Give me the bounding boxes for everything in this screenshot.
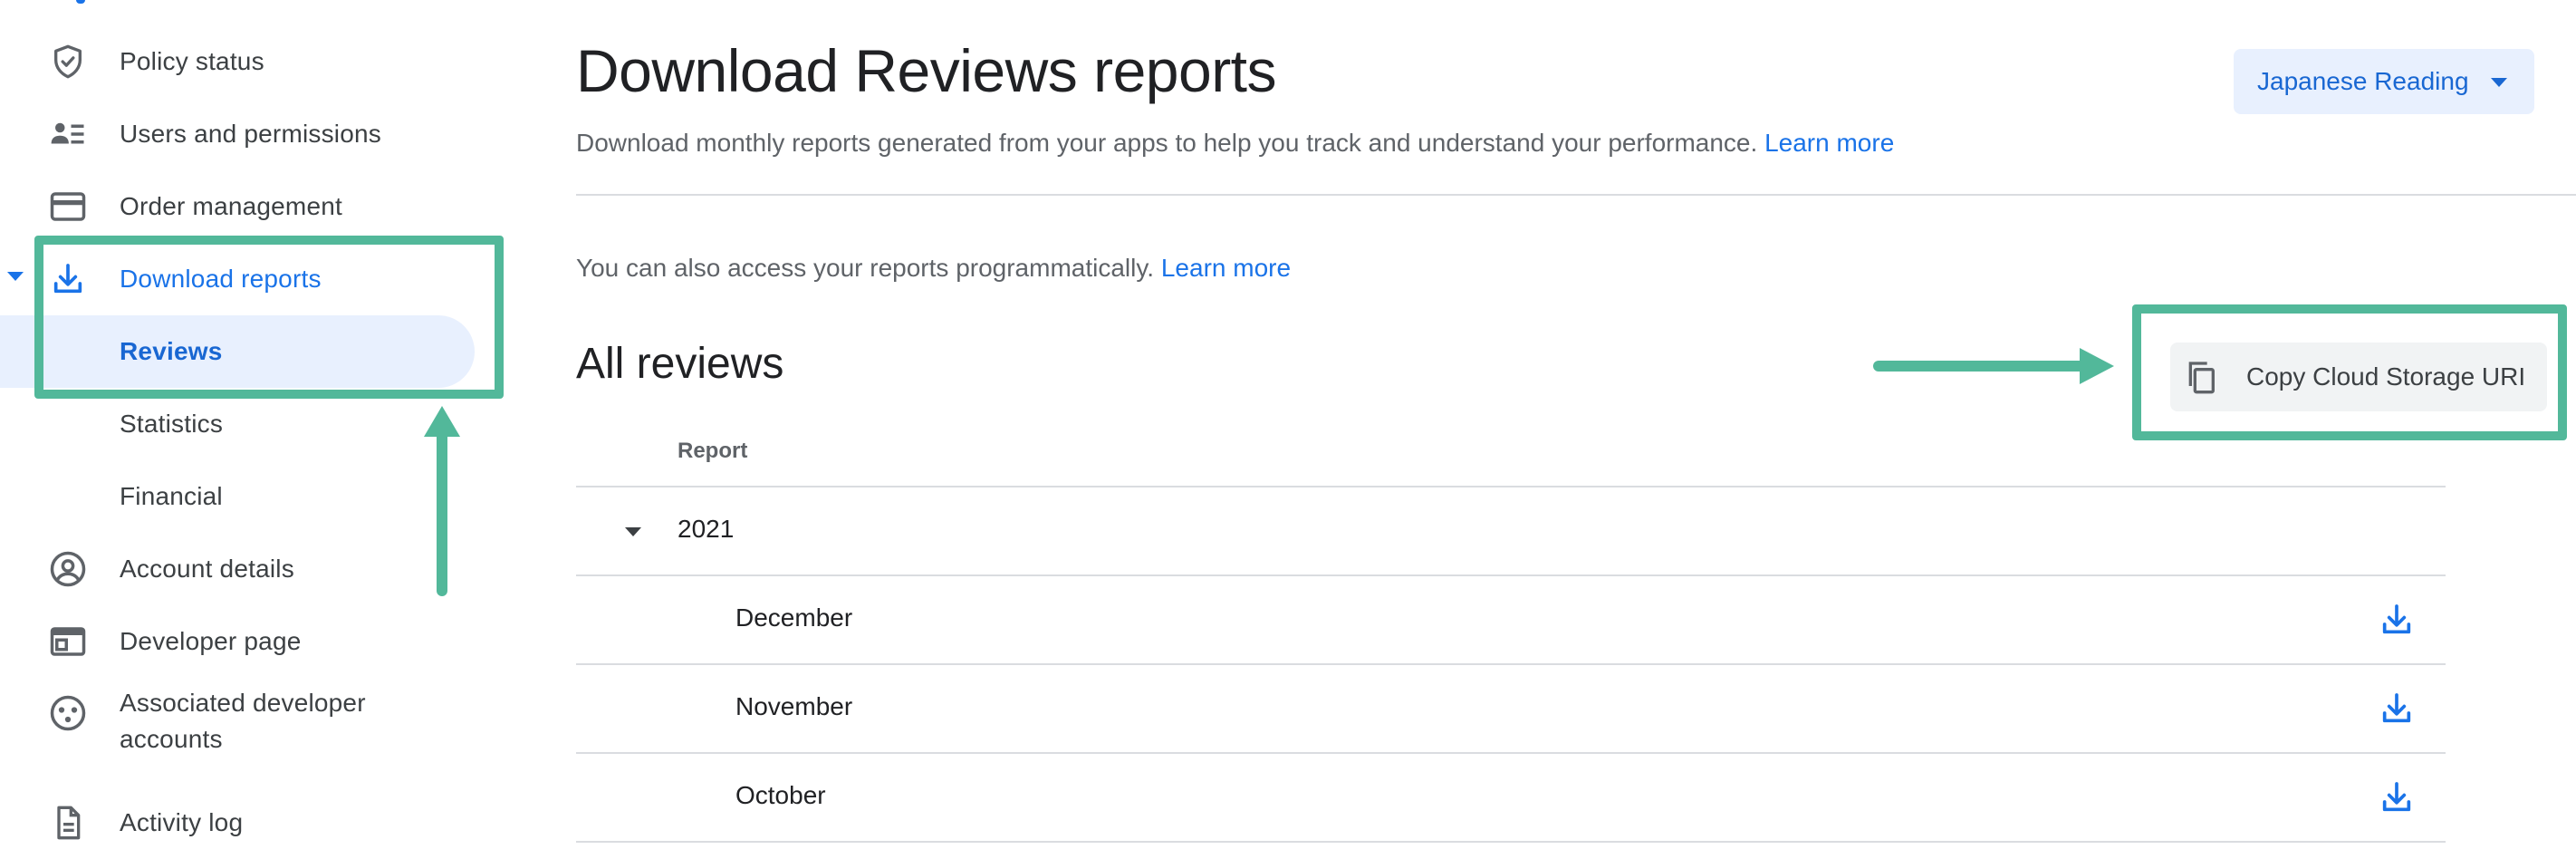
credit-card-icon (47, 186, 89, 227)
app-selector-dropdown[interactable]: Japanese Reading (2234, 49, 2534, 114)
page-description: Download monthly reports generated from … (576, 129, 1894, 158)
sidebar-item-activity-log[interactable]: Activity log (0, 787, 507, 859)
sidebar-item-policy-status[interactable]: Policy status (0, 25, 507, 98)
year-row[interactable]: 2021 (576, 487, 2446, 576)
account-circle-icon (47, 548, 89, 590)
year-label: 2021 (678, 515, 735, 543)
sidebar-item-account-details[interactable]: Account details (0, 533, 507, 605)
sidebar-item-associated-developer-accounts[interactable]: Associated developer accounts (0, 678, 507, 765)
scroll-indicator (76, 0, 85, 4)
section-title: All reviews (576, 340, 784, 388)
column-header-report: Report (678, 439, 748, 463)
main-content: Download Reviews reports Japanese Readin… (576, 0, 2576, 855)
sidebar-item-reviews[interactable]: Reviews (0, 315, 475, 388)
shield-check-icon (47, 41, 89, 82)
sidebar-item-label: Statistics (120, 410, 224, 438)
month-label: December (735, 603, 853, 632)
month-label: November (735, 692, 853, 720)
caret-down-icon (2491, 78, 2507, 87)
sidebar-item-label: Policy status (120, 47, 264, 75)
divider (576, 194, 2576, 196)
users-list-icon (47, 113, 89, 155)
sidebar-item-label: Financial (120, 482, 223, 510)
download-icon[interactable] (2379, 690, 2415, 727)
sidebar-item-download-reports[interactable]: Download reports (0, 243, 507, 315)
sidebar-item-statistics[interactable]: Statistics (0, 388, 507, 460)
sidebar-item-label: Associated developer accounts (120, 689, 366, 753)
app-selector-label: Japanese Reading (2257, 67, 2469, 95)
sidebar: Policy status Users and permissions Orde… (0, 0, 507, 855)
download-icon[interactable] (2379, 779, 2415, 816)
document-icon (47, 802, 89, 844)
learn-more-link[interactable]: Learn more (1764, 129, 1894, 157)
programmatic-access-note: You can also access your reports program… (576, 254, 1291, 283)
table-header: Report (576, 420, 2446, 487)
linked-accounts-icon (47, 692, 89, 734)
sidebar-item-label: Account details (120, 555, 294, 583)
copy-cloud-storage-uri-button[interactable]: Copy Cloud Storage URI (2170, 343, 2547, 411)
copy-icon (2188, 362, 2215, 394)
programmatic-learn-more-link[interactable]: Learn more (1161, 254, 1291, 282)
sidebar-item-users-and-permissions[interactable]: Users and permissions (0, 98, 507, 170)
sidebar-item-label: Users and permissions (120, 120, 381, 148)
table-row: November (576, 665, 2446, 754)
web-page-icon (47, 621, 89, 662)
collapse-caret-icon[interactable] (625, 527, 641, 536)
sidebar-item-label: Download reports (120, 265, 322, 293)
sidebar-item-label: Developer page (120, 627, 302, 655)
sidebar-item-label: Activity log (120, 808, 244, 836)
table-row: December (576, 576, 2446, 665)
sidebar-item-financial[interactable]: Financial (0, 460, 507, 533)
sidebar-item-order-management[interactable]: Order management (0, 170, 507, 243)
download-icon (47, 258, 89, 300)
copy-button-label: Copy Cloud Storage URI (2246, 362, 2526, 391)
sidebar-item-developer-page[interactable]: Developer page (0, 605, 507, 678)
download-icon[interactable] (2379, 602, 2415, 638)
description-text: Download monthly reports generated from … (576, 129, 1758, 157)
sidebar-item-label: Order management (120, 192, 342, 220)
sidebar-item-label: Reviews (120, 337, 223, 365)
table-row: October (576, 754, 2446, 843)
month-label: October (735, 781, 826, 809)
page-title: Download Reviews reports (576, 37, 1277, 104)
programmatic-text: You can also access your reports program… (576, 254, 1155, 282)
